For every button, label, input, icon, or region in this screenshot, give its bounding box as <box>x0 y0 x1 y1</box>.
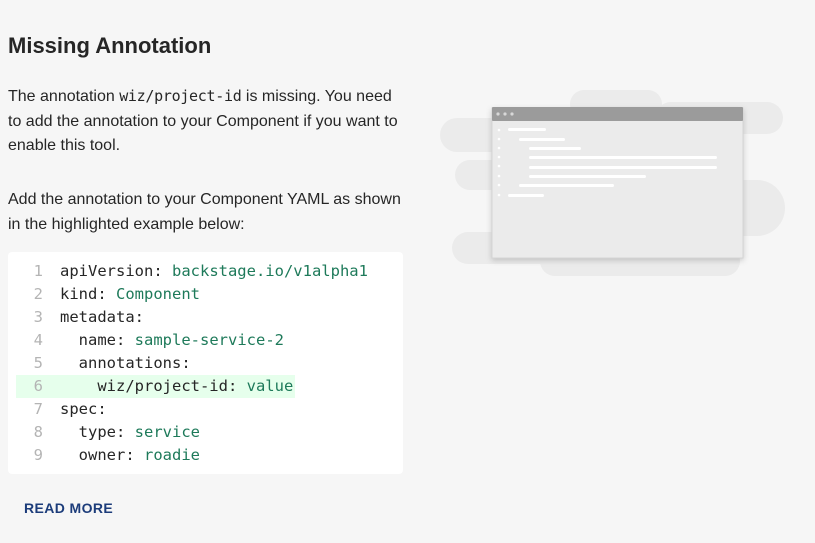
yaml-key: name: <box>78 331 126 349</box>
yaml-value: service <box>125 423 200 441</box>
line-number: 8 <box>33 423 43 441</box>
yaml-value: value <box>237 377 294 395</box>
yaml-key: annotations: <box>78 354 191 372</box>
yaml-key: kind: <box>60 285 107 303</box>
line-number: 5 <box>33 354 43 372</box>
line-number: 2 <box>33 285 43 303</box>
code-text: name: sample-service-2 <box>60 329 284 352</box>
line-number: 1 <box>33 262 43 280</box>
line-number: 4 <box>33 331 43 349</box>
code-text: annotations: <box>60 352 191 375</box>
yaml-value: sample-service-2 <box>125 331 284 349</box>
code-text: kind: Component <box>60 283 200 306</box>
code-text: apiVersion: backstage.io/v1alpha1 <box>60 260 368 283</box>
code-line: 1 apiVersion: backstage.io/v1alpha1 <box>16 260 403 283</box>
line-number: 7 <box>33 400 43 418</box>
yaml-key: metadata: <box>60 308 144 326</box>
line-number: 6 <box>33 377 43 395</box>
code-text: wiz/project-id: value <box>60 375 293 398</box>
yaml-key: type: <box>78 423 126 441</box>
line-number: 3 <box>33 308 43 326</box>
code-text: spec: <box>60 398 107 421</box>
yaml-key: owner: <box>78 446 135 464</box>
line-number: 9 <box>33 446 43 464</box>
yaml-key: spec: <box>60 400 107 418</box>
yaml-key: wiz/project-id: <box>97 377 238 395</box>
code-text: owner: roadie <box>60 444 200 467</box>
code-text: metadata: <box>60 306 144 329</box>
yaml-value: roadie <box>134 446 200 464</box>
yaml-value: backstage.io/v1alpha1 <box>162 262 368 280</box>
yaml-key: apiVersion: <box>60 262 163 280</box>
yaml-value: Component <box>106 285 200 303</box>
code-text: type: service <box>60 421 200 444</box>
